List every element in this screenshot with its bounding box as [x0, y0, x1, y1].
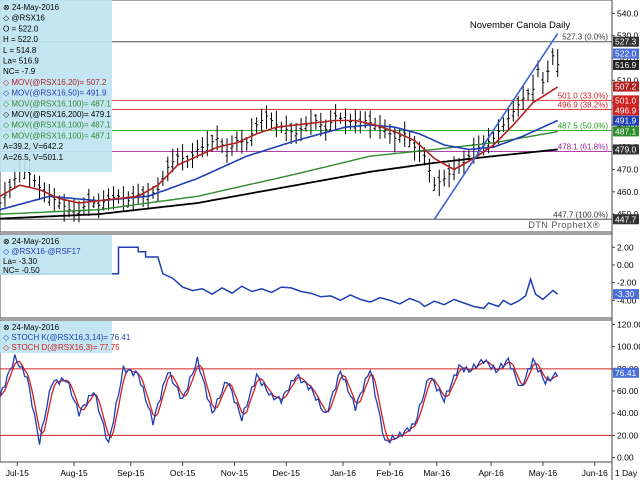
- legend-line: ⊗ 24-May-2016: [3, 3, 60, 12]
- legend-line: H = 522.0: [3, 35, 38, 44]
- x-tick-label: Jun-16: [582, 468, 608, 478]
- stoch-tick-label: 60.00: [617, 386, 639, 396]
- stoch-last-label: 76.41: [615, 368, 637, 378]
- price-box-label: 447.7: [615, 214, 637, 224]
- x-tick-label: Aug-15: [60, 468, 88, 478]
- fib-label: 487.5 (50.0%): [558, 122, 609, 131]
- x-tick-label: Jul-15: [6, 468, 29, 478]
- legend-line: La= 516.9: [3, 57, 39, 66]
- stoch-date: ⊗ 24-May-2016: [3, 323, 60, 332]
- legend-line: ◇ @RSX16: [3, 14, 45, 23]
- price-tick-label: 470.0: [617, 165, 639, 175]
- x-tick-label: Oct-15: [170, 468, 196, 478]
- legend-line: A=39.2, V=642.2: [3, 142, 64, 151]
- stoch-tick-label: 40.00: [617, 408, 639, 418]
- fib-label: 501.0 (33.0%): [558, 91, 609, 100]
- x-tick-label: Jan-16: [330, 468, 356, 478]
- legend-line: L = 514.8: [3, 46, 37, 55]
- x-tick-label: Dec-15: [273, 468, 301, 478]
- price-box-label: 501.0: [615, 95, 637, 105]
- chart-title: November Canola Daily: [470, 20, 571, 31]
- x-tick-label: May-16: [529, 468, 558, 478]
- price-box-label: 479.0: [615, 144, 637, 154]
- canola-chart: 450.0460.0470.0480.0490.0500.0510.0520.0…: [0, 0, 640, 480]
- stoch-tick-label: 20.00: [617, 430, 639, 440]
- spread-last-label: -3.30: [615, 289, 635, 299]
- legend-line: ◇ MOV(@RSX16,200)= 479.1: [3, 110, 111, 119]
- price-box-label: 487.1: [615, 126, 637, 136]
- fib-label: 527.3 (0.0%): [562, 33, 608, 42]
- legend-line: ◇ MOV(@RSX16,20)= 507.2: [3, 78, 107, 87]
- spread-nc: NC= -0.50: [3, 266, 40, 275]
- stoch-legend-line: ◇ STOCH K(@RSX16,3,14)= 76.41: [3, 333, 131, 342]
- price-box-label: 491.9: [615, 116, 637, 126]
- spread-symbol: ◇ @RSX16-@RSF17: [3, 247, 81, 256]
- stoch-tick-label: 0.00: [617, 453, 634, 463]
- price-legend: ⊗ 24-May-2016 ◇ @RSX16O = 522.0 H = 522.0 L…: [0, 0, 112, 172]
- stoch-tick-label: 120.00: [617, 319, 640, 329]
- x-tick-label: Mar-16: [423, 468, 450, 478]
- legend-line: NC= -7.9: [3, 67, 36, 76]
- legend-line: ◇ MOV(@RSX16,100)= 487.1: [3, 121, 111, 130]
- watermark: DTN ProphetX®: [528, 220, 600, 230]
- x-tick-label: Sep-15: [117, 468, 145, 478]
- price-tick-label: 460.0: [617, 187, 639, 197]
- x-tick-label: Nov-15: [221, 468, 249, 478]
- price-box-label: 527.3: [615, 37, 637, 47]
- legend-line: ◇ MOV(@RSX16,50)= 491.9: [3, 89, 107, 98]
- spread-la: La= -3.30: [3, 257, 38, 266]
- spread-tick-label: 0.00: [617, 260, 634, 270]
- x-tick-label: Feb-16: [376, 468, 403, 478]
- price-tick-label: 540.0: [617, 8, 639, 18]
- stoch-tick-label: 100.00: [617, 342, 640, 352]
- stoch-legend-line: ◇ STOCH D(@RSX16,3)= 77.75: [3, 343, 120, 352]
- price-box-label: 496.9: [615, 105, 637, 115]
- fib-label: 447.7 (100.0%): [553, 210, 608, 219]
- spread-tick-label: 2.00: [617, 242, 634, 252]
- legend-line: ◇ MOV(@RSX16,100)= 487.1: [3, 99, 111, 108]
- spread-date: ⊗ 24-May-2016: [3, 237, 60, 246]
- legend-line: O = 522.0: [3, 24, 39, 33]
- legend-line: ◇ MOV(@RSX16,100)= 487.1: [3, 131, 111, 140]
- stoch-legend: ⊗ 24-May-2016◇ STOCH K(@RSX16,3,14)= 76.…: [0, 321, 131, 353]
- period-label: 1 Day: [615, 468, 638, 478]
- spread-tick-label: -2.00: [617, 278, 637, 288]
- price-box-label: 507.2: [615, 82, 637, 92]
- price-box-label: 516.9: [615, 60, 637, 70]
- fib-label: 478.1 (61.8%): [558, 142, 609, 151]
- spread-legend: ⊗ 24-May-2016◇ @RSX16-@RSF17La= -3.30NC=…: [0, 235, 112, 275]
- fib-label: 496.9 (38.2%): [558, 101, 609, 110]
- x-tick-label: Apr-16: [478, 468, 504, 478]
- chart-root: 450.0460.0470.0480.0490.0500.0510.0520.0…: [0, 0, 640, 480]
- legend-line: A=26.5, V=501.1: [3, 153, 64, 162]
- price-box-label: 522.0: [615, 49, 637, 59]
